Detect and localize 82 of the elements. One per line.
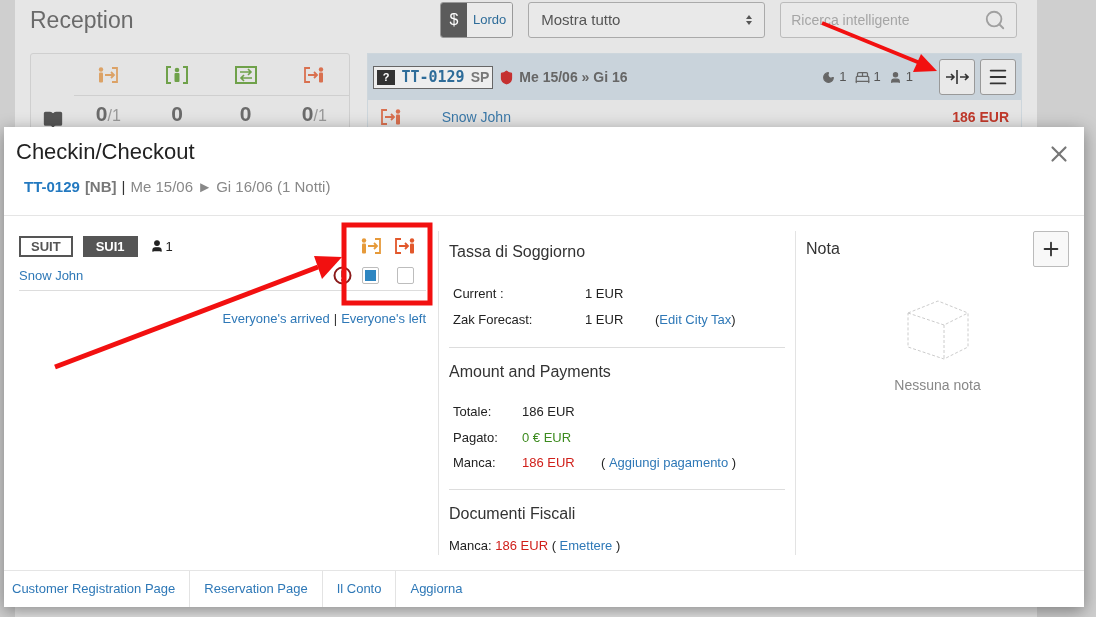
field-value: 186 EUR	[522, 454, 576, 473]
stat-count: 0	[171, 101, 183, 128]
bulk-action-link[interactable]: Everyone's left	[341, 309, 426, 329]
field-value: 1 EUR	[585, 285, 625, 304]
section-title: Tassa di Soggiorno	[449, 242, 587, 263]
guests-count: 1	[905, 68, 913, 87]
bracket: (	[601, 454, 607, 473]
edit-city-tax-link[interactable]: Edit City Tax	[659, 309, 732, 330]
checkbox[interactable]	[397, 267, 414, 285]
bracket: )	[730, 454, 737, 473]
checkout-icon	[394, 237, 416, 256]
departure-icon	[379, 108, 402, 126]
moon-icon	[822, 70, 836, 84]
field-label: Manca:	[453, 454, 497, 473]
room-badge: ?	[376, 69, 396, 85]
book-icon	[42, 110, 63, 130]
person-icon	[149, 239, 164, 254]
booking-dates: Me 15/06 » Gi 16	[519, 67, 628, 87]
person-in-box-icon	[166, 65, 188, 84]
bracket: (	[655, 310, 660, 329]
stat-count: 0/1	[95, 101, 121, 128]
checkin-checkout-button[interactable]	[939, 59, 975, 95]
split-arrows-icon	[945, 69, 969, 85]
page-title: Reception	[30, 5, 135, 35]
section-title: Nota	[806, 239, 840, 260]
person-icon	[888, 70, 902, 84]
empty-note-text: Nessuna nota	[894, 376, 981, 396]
bed-icon	[854, 69, 870, 85]
field-label: Pagato:	[453, 428, 499, 447]
guest-name[interactable]: Snow John	[441, 106, 511, 128]
booking-amount: 186 EUR	[952, 107, 1009, 127]
section-title: Documenti Fiscali	[449, 503, 577, 524]
stat-count: 0/1	[301, 101, 327, 128]
stat-count: 0	[239, 101, 252, 128]
dialog-title: Checkin/Checkout	[16, 139, 195, 165]
empty-box-icon	[905, 299, 970, 362]
room-tag: SUI1	[82, 235, 138, 257]
footer-link[interactable]: Il Conto	[322, 571, 397, 607]
updown-caret-icon	[746, 15, 753, 25]
field-value: 1 EUR	[585, 310, 625, 329]
gross-toggle[interactable]: $ Lordo	[440, 2, 514, 38]
bracket: )	[614, 536, 621, 555]
section-title: Amount and Payments	[449, 362, 612, 383]
departure-icon	[303, 65, 326, 84]
shield-icon	[499, 69, 515, 85]
add-payment-link[interactable]: Aggiungi pagamento	[608, 453, 729, 473]
room-type-tag: SUIT	[19, 235, 73, 257]
nights-count: 1	[839, 68, 847, 87]
field-label: Current :	[453, 285, 505, 304]
booking-tag: [NB]	[84, 176, 117, 199]
field-value: 0 € EUR	[522, 428, 573, 447]
bulk-action-link[interactable]: Everyone's arrived	[222, 309, 330, 329]
footer-link[interactable]: Customer Registration Page	[4, 571, 191, 607]
stay-dates: Me 15/06 ► Gi 16/06 (1 Notti)	[130, 177, 331, 197]
field-label: Totale:	[453, 403, 493, 422]
filter-select[interactable]: Mostra tutto	[528, 2, 766, 38]
bracket: (	[551, 536, 557, 555]
checkbox[interactable]	[362, 267, 379, 285]
search-icon	[984, 9, 1007, 31]
swap-icon	[234, 65, 257, 84]
booking-tag: SP	[470, 66, 490, 88]
issue-link[interactable]: Emettere	[559, 535, 613, 556]
checkin-icon	[360, 237, 382, 256]
beds-count: 1	[873, 68, 881, 87]
arrival-icon	[97, 65, 120, 84]
field-label: Manca:	[449, 536, 493, 555]
booking-code: TT-0129	[401, 66, 465, 88]
field-label: Zak Forecast:	[453, 310, 534, 329]
menu-button[interactable]	[980, 59, 1016, 95]
booking-code[interactable]: TT-0129	[24, 176, 80, 199]
separator: |	[333, 310, 338, 329]
footer-link[interactable]: Reservation Page	[190, 571, 323, 607]
footer-link[interactable]: Aggiorna	[396, 571, 471, 607]
add-note-button[interactable]	[1033, 231, 1069, 268]
guest-name[interactable]: Snow John	[19, 266, 84, 286]
bracket: )	[731, 310, 736, 329]
booking-code-tag[interactable]: ? TT-0129 SP	[372, 65, 494, 89]
field-value: 186 EUR	[495, 536, 549, 555]
separator: |	[121, 177, 126, 197]
warning-icon	[333, 266, 352, 286]
field-value: 186 EUR	[522, 403, 576, 422]
guests-count: 1	[165, 237, 173, 256]
